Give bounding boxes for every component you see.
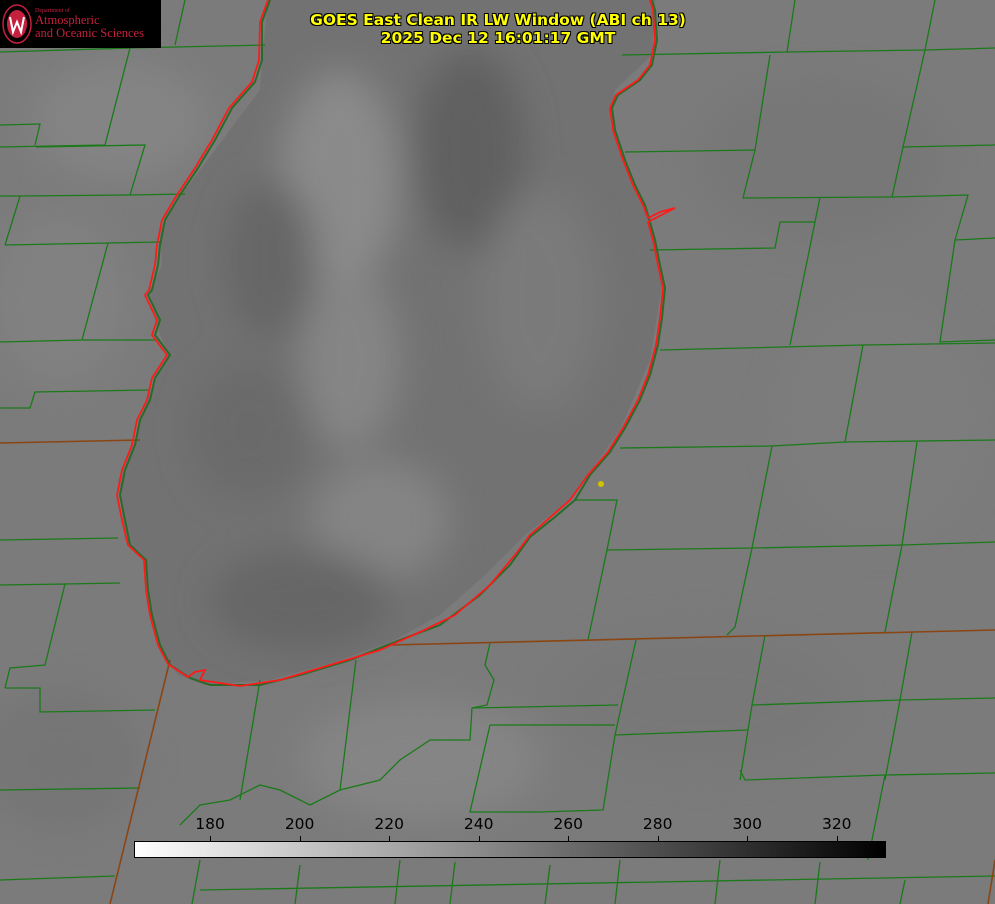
colorbar-tick-mark [657, 836, 659, 841]
colorbar-tick-label: 260 [553, 815, 583, 833]
map-canvas [0, 0, 995, 904]
colorbar-tick-mark [299, 836, 301, 841]
colorbar-tick-label: 220 [374, 815, 404, 833]
uw-aos-logo: Department of Atmospheric and Oceanic Sc… [0, 0, 161, 48]
colorbar-tick-mark [478, 836, 480, 841]
colorbar-tick-label: 240 [463, 815, 494, 833]
colorbar-tick-label: 280 [642, 815, 673, 833]
colorbar-tick-label: 180 [195, 815, 225, 833]
colorbar-tick-mark [210, 836, 212, 841]
colorbar-tick-mark [389, 836, 391, 841]
image-title: GOES East Clean IR LW Window (ABI ch 13)… [248, 11, 748, 47]
satellite-map: Department of Atmospheric and Oceanic Sc… [0, 0, 995, 904]
colorbar-tick-mark [747, 836, 749, 841]
title-line1: GOES East Clean IR LW Window (ABI ch 13) [310, 11, 686, 29]
colorbar [134, 841, 886, 858]
title-line2: 2025 Dec 12 16:01:17 GMT [380, 29, 616, 47]
colorbar-tick-label: 320 [821, 815, 852, 833]
colorbar-tick-mark [836, 836, 838, 841]
colorbar-tick-mark [568, 836, 570, 841]
logo-text-line2: and Oceanic Sciences [35, 26, 144, 40]
colorbar-tick-label: 200 [284, 815, 315, 833]
colorbar-tick-label: 300 [732, 815, 763, 833]
crest-icon [2, 4, 32, 44]
station-marker [598, 481, 604, 487]
